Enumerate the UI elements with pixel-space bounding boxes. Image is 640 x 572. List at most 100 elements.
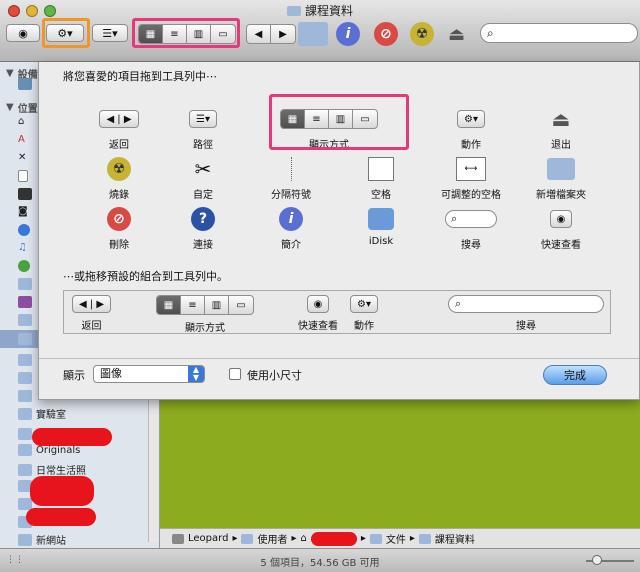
sidebar-item-daily-photos[interactable]: 日常生活照	[18, 462, 86, 477]
sidebar-item-folder[interactable]	[18, 372, 32, 384]
new-folder-icon[interactable]	[298, 22, 328, 46]
slider-knob[interactable]	[592, 555, 602, 565]
tool-separator[interactable]: 分隔符號	[251, 156, 331, 201]
tool-space[interactable]: 空格	[341, 156, 421, 201]
small-size-checkbox[interactable]	[229, 368, 241, 380]
status-bar: 5 個項目，54.56 GB 可用 ⋮⋮	[0, 548, 640, 572]
folder-icon	[18, 278, 32, 290]
tool-action[interactable]: ⚙▾ 動作	[431, 106, 511, 151]
sidebar-item-folder[interactable]	[18, 278, 32, 290]
path-separator-icon: ▸	[291, 533, 297, 544]
info-icon[interactable]: i	[336, 22, 360, 46]
back-forward-arrows-icon: ◀ | ▶	[99, 110, 139, 128]
sidebar-item-folder[interactable]	[18, 390, 32, 402]
delete-icon: ⊘	[107, 207, 131, 231]
path-item-documents[interactable]: 文件	[386, 531, 406, 546]
delete-icon[interactable]: ⊘	[374, 22, 398, 46]
show-mode-select[interactable]: 圖像 ▲ ▼	[93, 365, 205, 383]
applications-icon: A	[18, 134, 25, 145]
sidebar-item-home[interactable]: ⌂	[18, 116, 24, 127]
eject-icon[interactable]: ⏏	[448, 24, 465, 45]
tool-flexible-space[interactable]: ⟷ 可調整的空格	[431, 156, 511, 201]
sidebar-item-lab[interactable]: 實驗室	[18, 406, 66, 421]
path-icon: ☰▾	[189, 110, 217, 128]
sidebar-item-photos[interactable]	[18, 296, 32, 308]
done-button[interactable]: 完成	[543, 365, 607, 385]
customize-toolbar-sheet: 將您喜愛的項目拖到工具列中⋯ ◀ | ▶ 返回 ☰▾ 路徑 ▦ ≡ ▥ ▭ 顯示方式 …	[38, 62, 640, 400]
sidebar-item-pictures[interactable]: ◙	[18, 206, 28, 217]
folder-icon	[241, 533, 254, 544]
back-arrow-icon[interactable]: ◀	[247, 25, 271, 43]
camera-icon: ◙	[18, 206, 28, 217]
tool-idisk[interactable]: iDisk	[341, 206, 421, 247]
sidebar-item-sites[interactable]	[18, 224, 30, 236]
sidebar-item-downloads[interactable]	[18, 260, 30, 272]
sidebar-item-computer[interactable]	[18, 78, 32, 90]
folder-icon	[18, 463, 32, 476]
path-separator-icon: ▸	[360, 533, 366, 544]
small-size-label: 使用小尺寸	[247, 369, 302, 382]
sidebar-item-applications[interactable]: A	[18, 134, 25, 145]
sidebar-item-music[interactable]: ♫	[18, 242, 27, 253]
sidebar-item-folder[interactable]	[18, 314, 32, 326]
forward-arrow-icon[interactable]: ▶	[271, 25, 295, 43]
tool-connect[interactable]: ? 連接	[163, 206, 243, 251]
folder-icon	[18, 372, 32, 384]
music-icon: ♫	[18, 242, 27, 253]
tool-eject[interactable]: ⏏ 退出	[521, 106, 601, 151]
action-highlight-frame	[42, 18, 90, 48]
resize-grip-icon[interactable]: ⋮⋮	[6, 555, 24, 565]
tool-new-folder[interactable]: 新増檔案夾	[521, 156, 601, 201]
space-icon	[368, 157, 394, 181]
path-item-course-data[interactable]: 課程資料	[435, 531, 475, 546]
tool-burn[interactable]: ☢ 燒錄	[79, 156, 159, 201]
back-forward-control[interactable]: ◀ ▶	[246, 24, 296, 44]
customize-tools-icon: ✂	[194, 157, 212, 181]
eye-icon: ◉	[18, 26, 28, 40]
show-label: 顯示	[63, 369, 85, 382]
redaction-mark	[32, 428, 112, 446]
movies-icon	[18, 188, 32, 200]
default-toolbar-set[interactable]: ◀ | ▶ 返回 ▦ ≡ ▥ ▭ 顯示方式 ◉ 快速查看 ⚙▾ 動作 ⌕ 搜尋	[63, 290, 611, 334]
path-item-users[interactable]: 使用者	[257, 531, 287, 546]
default-set-title: ⋯或拖移預設的組合到工具列中。	[63, 270, 228, 283]
tool-back[interactable]: ◀ | ▶ 返回	[79, 106, 159, 151]
back-forward-arrows-icon: ◀ | ▶	[72, 295, 112, 313]
status-text: 5 個項目，54.56 GB 可用	[260, 558, 380, 569]
window-titlebar: 課程資料 ◉ ⚙▾ ☰▾ ▦ ≡ ▥ ▭ ◀ ▶ i ⊘ ☢ ⏏ ⌕	[0, 0, 640, 62]
path-toolbar-button[interactable]: ☰▾	[92, 24, 128, 42]
window-title: 課程資料	[0, 2, 640, 19]
burn-icon: ☢	[107, 157, 131, 181]
computer-icon	[18, 78, 32, 90]
sidebar-item-folder[interactable]	[18, 354, 32, 366]
toolbar-search-field[interactable]: ⌕	[480, 23, 638, 43]
folder-icon	[18, 333, 32, 345]
redaction-mark	[30, 476, 94, 506]
network-globe-icon: ?	[191, 207, 215, 231]
folder-icon	[18, 444, 32, 456]
tool-path[interactable]: ☰▾ 路徑	[163, 106, 243, 151]
eye-icon: ◉	[549, 210, 573, 228]
tool-info[interactable]: i 簡介	[251, 206, 331, 251]
tool-search[interactable]: ⌕ 搜尋	[431, 206, 511, 251]
search-field-icon: ⌕	[445, 210, 497, 228]
flexible-space-icon: ⟷	[456, 157, 486, 181]
quicklook-toolbar-button[interactable]: ◉	[6, 24, 40, 42]
globe-icon	[18, 224, 30, 236]
sidebar-item-new-site[interactable]: 新網站	[18, 532, 66, 547]
tool-delete[interactable]: ⊘ 刪除	[79, 206, 159, 251]
burn-icon[interactable]: ☢	[410, 22, 434, 46]
tool-customize[interactable]: ✂ 自定	[163, 156, 243, 201]
sidebar-item-movies[interactable]	[18, 188, 32, 200]
folder-icon	[18, 314, 32, 326]
eject-icon: ⏏	[551, 107, 571, 131]
view-mode-highlight-frame	[132, 18, 240, 48]
sidebar-item-documents[interactable]	[18, 170, 28, 182]
sidebar-item-folder[interactable]	[18, 428, 32, 440]
sidebar-item-utilities[interactable]: ✕	[18, 152, 26, 163]
folder-icon	[286, 6, 301, 16]
disk-icon	[172, 533, 184, 544]
tool-quicklook[interactable]: ◉ 快速查看	[521, 206, 601, 251]
path-item-leopard[interactable]: Leopard	[188, 533, 228, 544]
folder-icon	[18, 390, 32, 402]
